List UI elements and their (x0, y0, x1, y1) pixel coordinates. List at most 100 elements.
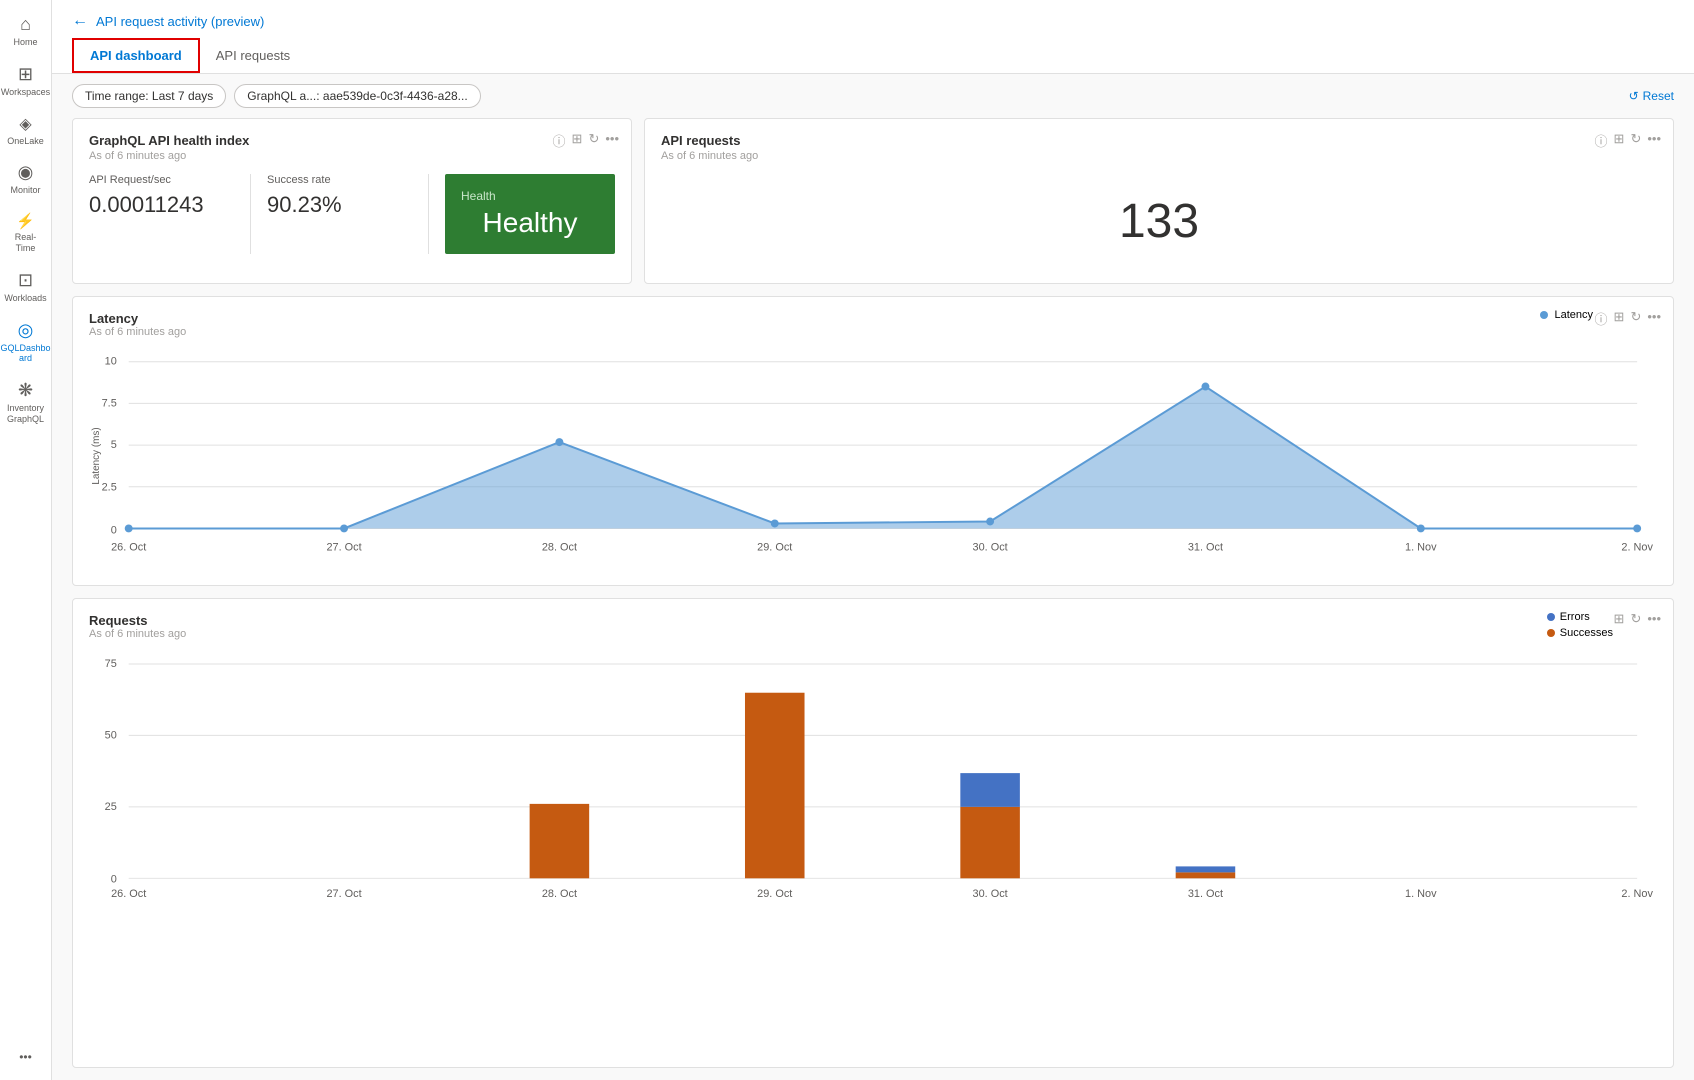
more-options-icon3[interactable]: ••• (1647, 309, 1661, 328)
grid-icon4[interactable]: ⊞ (1614, 611, 1625, 627)
requests-chart-svg: 75 50 25 0 26. Oct 27. Oct 28. Oct 29. (89, 648, 1657, 928)
health-card-title: GraphQL API health index (89, 133, 615, 148)
metric-requests-per-sec: API Request/sec 0.00011243 (89, 174, 251, 254)
realtime-icon: ⚡ (16, 212, 35, 230)
metric-requests-label: API Request/sec (89, 174, 234, 186)
svg-text:2.5: 2.5 (102, 482, 117, 494)
bar-oct31-successes (1176, 872, 1236, 878)
sidebar-item-inventorygql[interactable]: ❋ Inventory GraphQL (2, 374, 50, 431)
health-card-icons: ⓘ ⊞ ↻ ••• (553, 131, 619, 150)
info-icon2[interactable]: ⓘ (1595, 131, 1608, 150)
latency-point-2 (555, 438, 563, 446)
workspaces-icon: ⊞ (18, 64, 33, 85)
tabs-row: API dashboard API requests (72, 38, 1674, 73)
latency-line (129, 387, 1637, 529)
svg-text:27. Oct: 27. Oct (326, 888, 361, 900)
latency-chart-panel: Latency As of 6 minutes ago ⓘ ⊞ ↻ ••• La… (72, 296, 1674, 586)
health-big-label: Healthy (483, 207, 578, 239)
onelake-icon: ◈ (19, 114, 31, 134)
sidebar-item-workloads[interactable]: ⊡ Workloads (2, 264, 50, 310)
svg-text:28. Oct: 28. Oct (542, 888, 577, 900)
reset-button[interactable]: ↺ Reset (1629, 89, 1674, 103)
metric-requests-value: 0.00011243 (89, 192, 234, 218)
latency-legend-dot (1540, 311, 1548, 319)
grid-icon3[interactable]: ⊞ (1614, 309, 1625, 328)
svg-text:50: 50 (105, 729, 117, 741)
sidebar-label-onelake: OneLake (7, 136, 44, 147)
main-content: ← API request activity (preview) API das… (52, 0, 1694, 1080)
refresh-icon4[interactable]: ↻ (1630, 611, 1641, 627)
inventorygql-icon: ❋ (18, 380, 33, 401)
refresh-icon[interactable]: ↻ (588, 131, 599, 150)
bar-oct30-successes (960, 807, 1020, 878)
health-card-subtitle: As of 6 minutes ago (89, 150, 615, 162)
errors-legend-label: Errors (1560, 611, 1590, 623)
latency-chart-title: Latency (89, 311, 1657, 326)
latency-point-6 (1417, 524, 1425, 532)
svg-text:2. Nov: 2. Nov (1621, 541, 1653, 553)
latency-chart-subtitle: As of 6 minutes ago (89, 326, 1657, 338)
svg-text:31. Oct: 31. Oct (1188, 888, 1223, 900)
api-requests-card-subtitle: As of 6 minutes ago (661, 150, 1657, 162)
back-arrow-icon: ← (72, 12, 88, 30)
svg-text:25: 25 (105, 801, 117, 813)
more-options-icon4[interactable]: ••• (1647, 611, 1661, 627)
requests-chart-icons: ⊞ ↻ ••• (1614, 611, 1661, 627)
latency-legend: Latency (1540, 309, 1593, 321)
sidebar-item-workspaces[interactable]: ⊞ Workspaces (2, 58, 50, 104)
sidebar-item-monitor[interactable]: ◉ Monitor (2, 156, 50, 202)
bar-oct29-successes (745, 693, 805, 879)
svg-text:26. Oct: 26. Oct (111, 888, 146, 900)
svg-text:31. Oct: 31. Oct (1188, 541, 1223, 553)
sidebar-item-home[interactable]: ⌂ Home (2, 8, 50, 54)
more-options-icon2[interactable]: ••• (1647, 131, 1661, 150)
page-header: ← API request activity (preview) API das… (52, 0, 1694, 74)
health-small-label: Health (453, 189, 496, 203)
back-navigation[interactable]: ← API request activity (preview) (72, 12, 1674, 30)
api-requests-card: API requests As of 6 minutes ago ⓘ ⊞ ↻ •… (644, 118, 1674, 284)
graphql-api-filter[interactable]: GraphQL a...: aae539de-0c3f-4436-a28... (234, 84, 480, 108)
grid-icon2[interactable]: ⊞ (1614, 131, 1625, 150)
latency-chart-svg: 10 7.5 5 2.5 0 Latency (ms) (89, 346, 1657, 566)
more-options-icon[interactable]: ••• (605, 131, 619, 150)
metric-success-value: 90.23% (267, 192, 412, 218)
sidebar: ⌂ Home ⊞ Workspaces ◈ OneLake ◉ Monitor … (0, 0, 52, 1080)
latency-legend-label: Latency (1554, 309, 1593, 321)
tab-api-requests[interactable]: API requests (200, 38, 306, 73)
time-range-filter[interactable]: Time range: Last 7 days (72, 84, 226, 108)
grid-icon[interactable]: ⊞ (572, 131, 583, 150)
sidebar-item-more[interactable]: ••• (2, 1044, 50, 1072)
latency-point-3 (771, 520, 779, 528)
filter-bar: Time range: Last 7 days GraphQL a...: aa… (52, 74, 1694, 118)
page-title: API request activity (preview) (96, 14, 264, 29)
workloads-icon: ⊡ (18, 270, 33, 291)
sidebar-item-realtime[interactable]: ⚡ Real-Time (2, 206, 50, 260)
api-requests-card-icons: ⓘ ⊞ ↻ ••• (1595, 131, 1661, 150)
metric-success-rate: Success rate 90.23% (267, 174, 429, 254)
sidebar-item-gqldashboard[interactable]: ◎ GQLDashbo ard (2, 314, 50, 371)
svg-text:0: 0 (111, 524, 117, 536)
successes-legend-item: Successes (1547, 627, 1613, 639)
more-icon: ••• (19, 1050, 32, 1064)
gqldashboard-icon: ◎ (18, 320, 34, 341)
svg-text:0: 0 (111, 873, 117, 885)
refresh-icon2[interactable]: ↻ (1630, 131, 1641, 150)
api-requests-card-title: API requests (661, 133, 1657, 148)
refresh-icon3[interactable]: ↻ (1630, 309, 1641, 328)
sidebar-label-workspaces: Workspaces (1, 87, 50, 98)
requests-chart-title: Requests (89, 613, 1657, 628)
api-requests-value: 133 (661, 174, 1657, 269)
svg-text:10: 10 (105, 356, 117, 368)
info-icon[interactable]: ⓘ (553, 131, 566, 150)
latency-point-1 (340, 524, 348, 532)
svg-text:75: 75 (105, 658, 117, 670)
monitor-icon: ◉ (18, 162, 34, 183)
sidebar-label-gqldashboard: GQLDashbo ard (0, 343, 50, 365)
metric-success-label: Success rate (267, 174, 412, 186)
sidebar-item-onelake[interactable]: ◈ OneLake (2, 108, 50, 153)
tab-api-dashboard[interactable]: API dashboard (72, 38, 200, 73)
info-icon3[interactable]: ⓘ (1595, 309, 1608, 328)
latency-area (129, 387, 1637, 529)
sidebar-label-realtime: Real-Time (6, 232, 46, 254)
sidebar-label-monitor: Monitor (10, 185, 40, 196)
